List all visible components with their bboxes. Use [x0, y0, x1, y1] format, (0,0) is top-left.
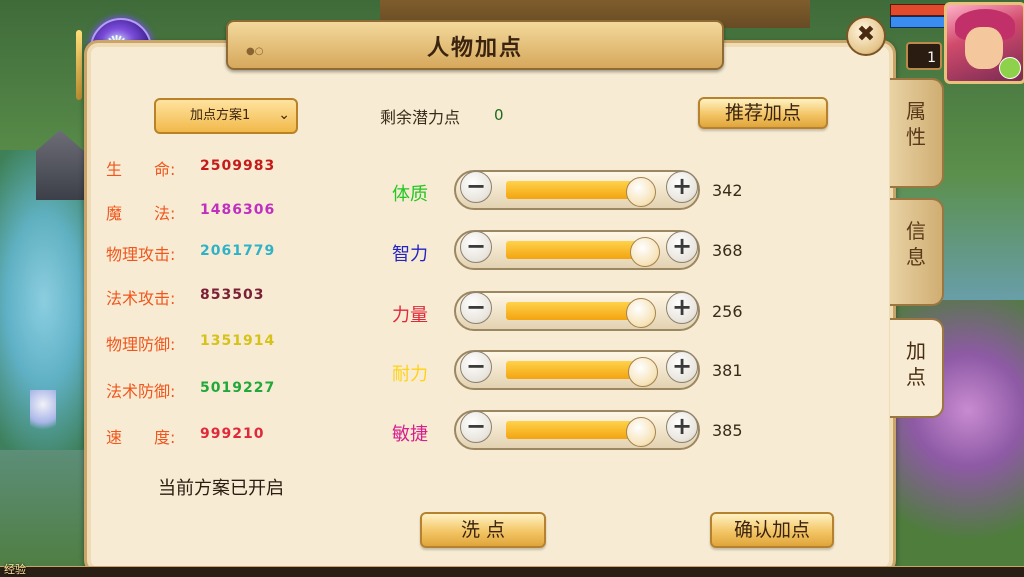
- tab-label: 加: [906, 339, 926, 363]
- stat-label: 法术防御:: [106, 382, 176, 401]
- minus-icon: −: [465, 172, 487, 200]
- avatar-face: [965, 27, 1003, 69]
- attr-value: 385: [712, 421, 743, 440]
- confirm-points-label: 确认加点: [733, 519, 810, 541]
- stat-value: 1351914: [200, 333, 276, 349]
- attr-name: 耐力: [392, 364, 428, 385]
- chevron-down-icon: ⌄: [278, 107, 290, 123]
- attr-slider-fill: [506, 241, 644, 259]
- remaining-points-value: 0: [494, 106, 504, 124]
- tab-label: 信: [906, 219, 926, 243]
- recommend-points-button[interactable]: 推荐加点: [698, 97, 828, 129]
- attr-row-intelligence: 智力 − + 368: [380, 228, 780, 272]
- plus-icon: +: [671, 293, 693, 321]
- attr-row-agility: 敏捷 − + 385: [380, 408, 780, 452]
- minus-icon: −: [465, 412, 487, 440]
- attr-value: 342: [712, 181, 743, 200]
- attr-row-endurance: 耐力 − + 381: [380, 348, 780, 392]
- stat-label: 速 度:: [106, 428, 176, 447]
- tassel-ornament: [76, 30, 82, 100]
- attr-slider-fill: [506, 181, 640, 199]
- attr-slider-knob[interactable]: [626, 298, 656, 328]
- attr-slider-fill: [506, 421, 640, 439]
- stat-label: 物理攻击:: [106, 245, 176, 264]
- attr-row-strength: 力量 − + 256: [380, 289, 780, 333]
- decrease-button[interactable]: −: [460, 171, 492, 203]
- decrease-button[interactable]: −: [460, 292, 492, 324]
- panel-title-bar: ●○ 人物加点: [226, 20, 724, 70]
- minus-icon: −: [465, 293, 487, 321]
- hp-bar: [890, 4, 946, 16]
- mp-bar: [890, 16, 946, 28]
- xp-label: 经验: [4, 563, 26, 576]
- stat-label: 物理防御:: [106, 335, 176, 354]
- recommend-points-label: 推荐加点: [724, 102, 801, 124]
- attr-slider-knob[interactable]: [628, 357, 658, 387]
- attr-name: 力量: [392, 305, 428, 326]
- leaf-badge-icon: [999, 57, 1021, 79]
- attr-name: 体质: [392, 184, 428, 205]
- page-title: 人物加点: [426, 36, 523, 61]
- tab-label: 性: [906, 125, 926, 149]
- stat-value: 853503: [200, 287, 265, 303]
- remaining-points-label: 剩余潜力点: [380, 108, 461, 127]
- decrease-button[interactable]: −: [460, 411, 492, 443]
- scheme-dropdown[interactable]: 加点方案1 ⌄: [154, 98, 298, 134]
- minus-icon: −: [465, 232, 487, 260]
- plus-icon: +: [671, 232, 693, 260]
- attr-slider-fill: [506, 302, 640, 320]
- increase-button[interactable]: +: [666, 292, 698, 324]
- attr-slider-knob[interactable]: [630, 237, 660, 267]
- stat-value: 5019227: [200, 380, 276, 396]
- increase-button[interactable]: +: [666, 171, 698, 203]
- attr-slider-knob[interactable]: [626, 417, 656, 447]
- attr-value: 256: [712, 302, 743, 321]
- close-button[interactable]: ✖: [846, 16, 886, 56]
- player-level: 1: [906, 42, 942, 70]
- attr-slider-fill: [506, 361, 642, 379]
- decrease-button[interactable]: −: [460, 231, 492, 263]
- scenery-npc: [30, 390, 56, 438]
- plus-icon: +: [671, 352, 693, 380]
- stat-value: 2061779: [200, 243, 276, 259]
- avatar[interactable]: [944, 2, 1024, 84]
- reset-points-label: 洗 点: [460, 519, 506, 541]
- attr-slider-knob[interactable]: [626, 177, 656, 207]
- increase-button[interactable]: +: [666, 411, 698, 443]
- scheme-status-text: 当前方案已开启: [158, 478, 284, 499]
- tab-label: 属: [906, 99, 926, 123]
- stat-value: 1486306: [200, 202, 276, 218]
- stat-value: 2509983: [200, 158, 276, 174]
- stat-label: 魔 法:: [106, 204, 176, 223]
- tab-attributes[interactable]: 属 性: [890, 78, 944, 188]
- attr-row-constitution: 体质 − + 342: [380, 168, 780, 212]
- stat-value: 999210: [200, 426, 265, 442]
- scheme-selected-label: 加点方案1: [190, 108, 251, 123]
- increase-button[interactable]: +: [666, 231, 698, 263]
- reset-points-button[interactable]: 洗 点: [420, 512, 546, 548]
- attr-name: 敏捷: [392, 424, 428, 445]
- attr-name: 智力: [392, 244, 428, 265]
- tab-add-points[interactable]: 加 点: [890, 318, 944, 418]
- xp-bar: 经验: [0, 563, 1024, 577]
- tab-label: 息: [906, 245, 926, 269]
- decrease-button[interactable]: −: [460, 351, 492, 383]
- scenery-house: [36, 130, 84, 200]
- stat-label: 生 命:: [106, 160, 176, 179]
- attr-value: 381: [712, 361, 743, 380]
- confirm-points-button[interactable]: 确认加点: [710, 512, 834, 548]
- minus-icon: −: [465, 352, 487, 380]
- stat-label: 法术攻击:: [106, 289, 176, 308]
- tab-label: 点: [906, 365, 926, 389]
- plus-icon: +: [671, 172, 693, 200]
- increase-button[interactable]: +: [666, 351, 698, 383]
- attr-value: 368: [712, 241, 743, 260]
- tab-info[interactable]: 信 息: [890, 198, 944, 306]
- close-icon: ✖: [856, 22, 876, 47]
- plus-icon: +: [671, 412, 693, 440]
